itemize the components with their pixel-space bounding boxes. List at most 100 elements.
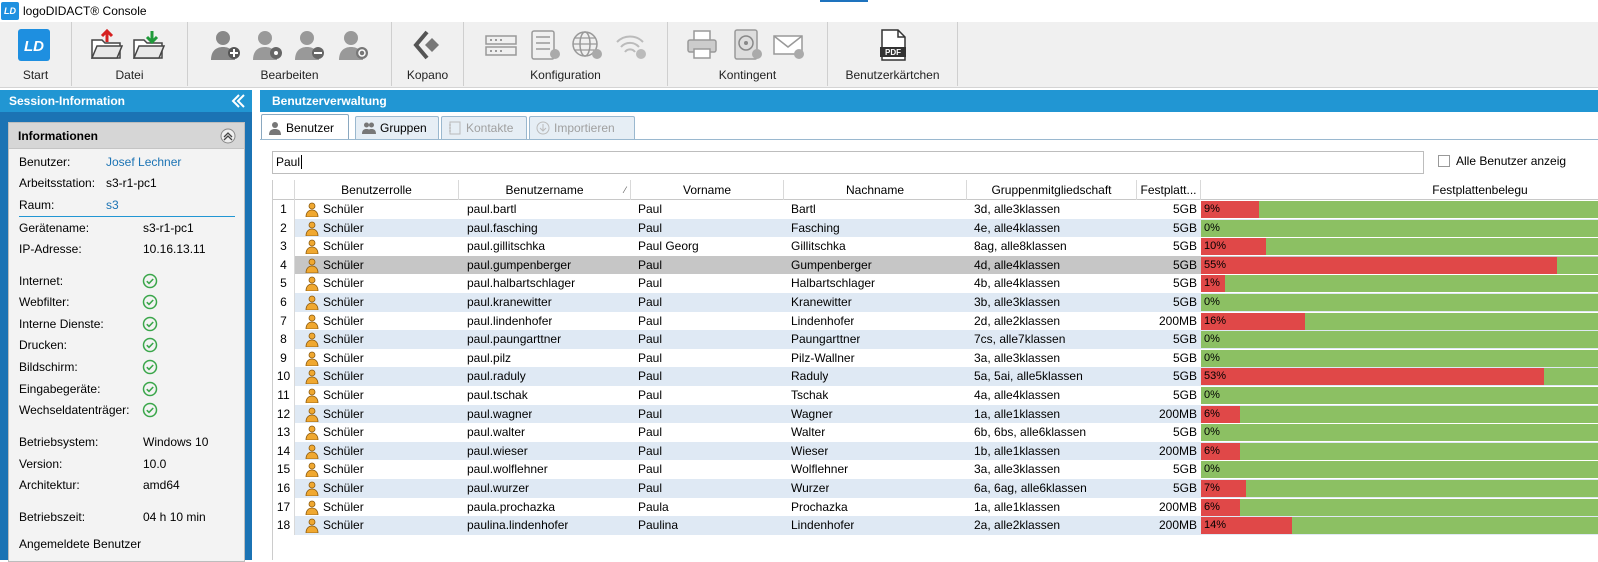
info-label-geraetename: Gerätename:	[19, 221, 90, 235]
table-row[interactable]: 8 Schüler paul.paungarttner Paul Paungarttne…	[273, 330, 1598, 349]
table-row[interactable]: 18 Schüler paulina.lindenhofer Paulina Linde…	[273, 516, 1598, 535]
cell-festplatte: 200MB	[1158, 499, 1197, 514]
cell-nachname: Pilz-Wallner	[791, 350, 855, 365]
cell-vorname: Paul	[638, 481, 663, 495]
chevron-up-icon[interactable]	[220, 128, 236, 144]
table-row[interactable]: 6 Schüler paul.kranewitter Paul Kranewitter 3…	[273, 293, 1598, 312]
ribbon-toolbar: LD Start Datei Bearbeiten Kopano Konfigu…	[0, 22, 1598, 88]
cell-festplatte: 200MB	[1158, 313, 1197, 328]
printer-icon[interactable]	[686, 28, 720, 62]
collapse-panel-icon[interactable]	[230, 93, 246, 109]
folder-import-icon[interactable]	[132, 28, 166, 62]
header-benutzerrolle[interactable]: Benutzerrolle	[295, 180, 459, 200]
row-number: 2	[273, 218, 295, 238]
session-panel: Session-Information Informationen Benutz…	[0, 90, 252, 562]
usage-bar-label: 0%	[1204, 351, 1220, 364]
info-value-benutzer[interactable]: Josef Lechner	[106, 153, 181, 171]
mail-quota-icon[interactable]	[772, 28, 806, 62]
globe-settings-icon[interactable]	[570, 28, 604, 62]
table-row[interactable]: 9 Schüler paul.pilz Paul Pilz-Wallner 3a, all…	[273, 348, 1598, 368]
edit-user-icon[interactable]	[250, 28, 284, 62]
row-number: 15	[273, 460, 295, 479]
tab-kontakte[interactable]: Kontakte	[441, 116, 527, 139]
cell-benutzerrolle: Schüler	[323, 295, 364, 309]
cell-vorname: Paul	[638, 332, 663, 347]
usage-bar: 0%	[1201, 349, 1598, 367]
cell-benutzerrolle: Schüler	[323, 313, 364, 328]
header-vorname[interactable]: Vorname	[631, 180, 784, 200]
row-number: 9	[273, 348, 295, 368]
header-benutzername[interactable]: Benutzername ⁄	[459, 180, 631, 200]
tab-importieren[interactable]: Importieren	[529, 116, 635, 139]
table-row[interactable]: 2 Schüler paul.fasching Paul Fasching 4e, all…	[273, 218, 1598, 238]
info-label-bildschirm: Bildschirm:	[19, 360, 78, 374]
cell-nachname: Raduly	[791, 369, 829, 384]
tab-gruppen[interactable]: Gruppen	[355, 116, 439, 139]
cell-festplatte: 5GB	[1172, 257, 1197, 272]
group-icon	[362, 122, 376, 134]
usage-bar: 0%	[1201, 294, 1598, 311]
cell-gruppen: 3a, alle3klassen	[974, 350, 1061, 365]
cell-vorname: Paul	[638, 257, 663, 272]
user-settings-icon[interactable]	[336, 28, 370, 62]
cell-benutzername: paul.wieser	[467, 443, 528, 458]
checkbox-box[interactable]	[1438, 155, 1450, 167]
table-row[interactable]: 4 Schüler paul.gumpenberger Paul Gumpenberge…	[273, 255, 1598, 275]
info-value-raum[interactable]: s3	[106, 196, 119, 214]
info-value-arbeitsstation: s3-r1-pc1	[106, 176, 157, 190]
cell-benutzerrolle: Schüler	[323, 239, 364, 254]
info-value-betriebszeit: 04 h 10 min	[143, 510, 206, 524]
folder-export-icon[interactable]	[90, 28, 124, 62]
add-user-icon[interactable]	[208, 28, 242, 62]
header-benutzername-label: Benutzername	[505, 183, 584, 197]
search-input[interactable]: Paul	[272, 151, 1424, 174]
usage-bar-label: 7%	[1204, 482, 1220, 494]
cell-vorname: Paul	[638, 295, 663, 309]
usage-bar-label: 10%	[1204, 240, 1227, 253]
cell-festplatte: 200MB	[1158, 518, 1197, 533]
wifi-settings-icon[interactable]	[614, 28, 648, 62]
usage-bar: 0%	[1201, 461, 1598, 479]
header-festplatte[interactable]: Festplatt...	[1137, 180, 1201, 200]
table-row[interactable]: 1 Schüler paul.bartl Paul Bartl 3d, alle3klas…	[273, 200, 1598, 219]
info-box: Informationen Benutzer: Josef Lechner Ar…	[8, 122, 245, 562]
info-label-arbeitsstation: Arbeitsstation:	[19, 176, 96, 190]
header-nachname[interactable]: Nachname	[784, 180, 967, 200]
usage-bar-label: 1%	[1204, 277, 1220, 290]
usage-bar-label: 6%	[1204, 444, 1220, 457]
tab-benutzer[interactable]: Benutzer	[261, 114, 349, 140]
server-icon[interactable]	[528, 28, 562, 62]
remove-user-icon[interactable]	[292, 28, 326, 62]
usage-bar: 0%	[1201, 424, 1598, 442]
network-switch-icon[interactable]	[484, 28, 518, 62]
kopano-icon[interactable]	[411, 28, 445, 62]
info-label-wechseldatentraeger: Wechseldatenträger:	[19, 403, 130, 417]
info-label-raum: Raum:	[19, 198, 55, 212]
hard-disk-icon[interactable]	[730, 28, 764, 62]
table-row[interactable]: 14 Schüler paul.wieser Paul Wieser 1b, alle1k…	[273, 441, 1598, 461]
usage-bar-label: 0%	[1204, 333, 1220, 346]
table-row[interactable]: 13 Schüler paul.walter Paul Walter 6b, 6bs, a…	[273, 423, 1598, 442]
header-gruppen[interactable]: Gruppenmitgliedschaft	[967, 180, 1137, 200]
cell-vorname: Paulina	[638, 518, 679, 533]
table-row[interactable]: 17 Schüler paula.prochazka Paula Prochazka 1a…	[273, 497, 1598, 517]
table-row[interactable]: 16 Schüler paul.wurzer Paul Wurzer 6a, 6ag, a…	[273, 479, 1598, 498]
table-row[interactable]: 7 Schüler paul.lindenhofer Paul Lindenhofer 2…	[273, 311, 1598, 331]
usage-bar: 55%	[1201, 256, 1598, 274]
start-icon[interactable]: LD	[17, 28, 51, 62]
show-all-users-checkbox[interactable]: Alle Benutzer anzeig	[1438, 154, 1566, 168]
cell-benutzername: paul.lindenhofer	[467, 313, 553, 328]
table-row[interactable]: 3 Schüler paul.gillitschka Paul Georg Gillit…	[273, 237, 1598, 256]
cell-vorname: Paul	[638, 369, 663, 384]
table-row[interactable]: 5 Schüler paul.halbartschlager Paul Halbarts…	[273, 274, 1598, 293]
cell-vorname: Paul	[638, 313, 663, 328]
table-row[interactable]: 11 Schüler paul.tschak Paul Tschak 4a, alle4k…	[273, 386, 1598, 405]
table-row[interactable]: 12 Schüler paul.wagner Paul Wagner 1a, alle1k…	[273, 404, 1598, 424]
users-table: Benutzerrolle Benutzername ⁄ Vorname Nach…	[272, 180, 1598, 560]
header-festplattenbelegung[interactable]: Festplattenbelegu	[1201, 180, 1598, 200]
table-row[interactable]: 10 Schüler paul.raduly Paul Raduly 5a, 5ai, a…	[273, 367, 1598, 386]
cell-gruppen: 2a, alle2klassen	[974, 518, 1061, 533]
table-row[interactable]: 15 Schüler paul.wolflehner Paul Wolflehner 3a…	[273, 460, 1598, 479]
info-label-webfilter: Webfilter:	[19, 295, 70, 309]
pdf-icon[interactable]: PDF	[876, 28, 910, 62]
